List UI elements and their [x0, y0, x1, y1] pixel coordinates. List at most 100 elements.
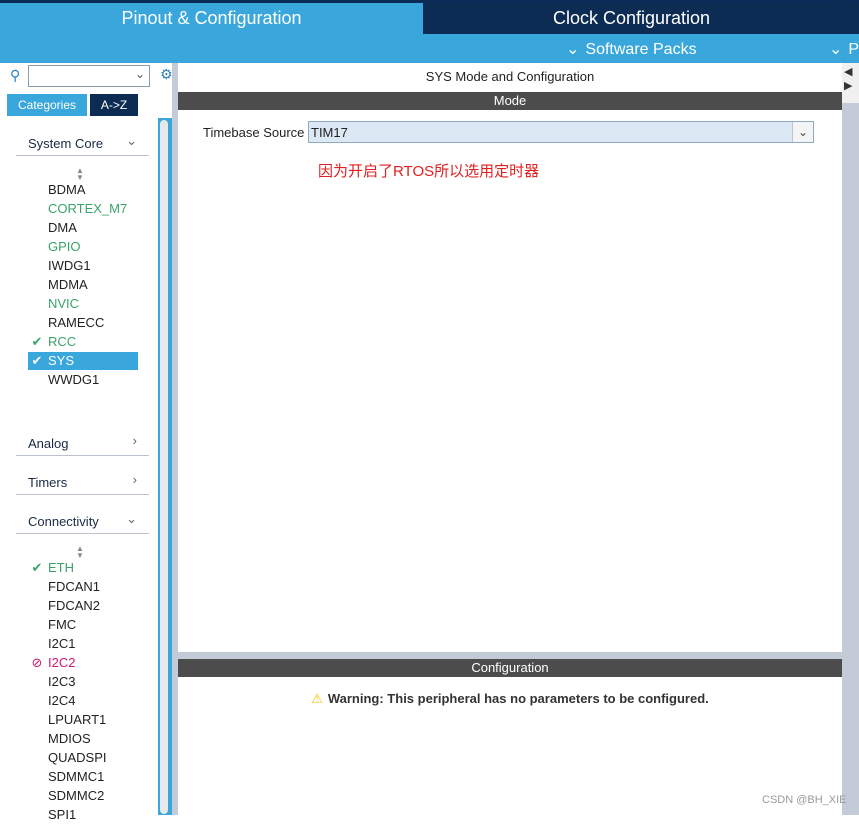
list-item[interactable]: I2C1	[28, 635, 138, 653]
list-item-label: SDMMC2	[48, 788, 105, 803]
list-item-label: QUADSPI	[48, 750, 107, 765]
list-item-label: MDIOS	[48, 731, 91, 746]
chevron-down-icon: ⌄	[126, 511, 137, 526]
section-splitter[interactable]	[178, 652, 842, 659]
list-item[interactable]: MDMA	[28, 276, 138, 294]
list-item[interactable]: FDCAN1	[28, 578, 138, 596]
list-item-label: RAMECC	[48, 315, 105, 330]
sort-icon[interactable]: ▲ ▼	[76, 545, 84, 560]
list-item[interactable]: I2C4	[28, 692, 138, 710]
list-item-label: I2C2	[48, 655, 76, 670]
list-item-label: NVIC	[48, 296, 80, 311]
list-item[interactable]: ✔ RCC	[28, 333, 138, 351]
list-item[interactable]: LPUART1	[28, 711, 138, 729]
tab-clock-configuration[interactable]: Clock Configuration	[425, 3, 838, 34]
tab-categories[interactable]: Categories	[7, 94, 87, 116]
list-item[interactable]: NVIC	[28, 295, 138, 313]
list-item[interactable]: BDMA	[28, 181, 138, 199]
tab-overflow[interactable]	[840, 3, 859, 34]
mode-section-header: Mode	[178, 92, 842, 110]
list-item[interactable]: SPI1	[28, 806, 138, 824]
category-connectivity[interactable]: Connectivity ⌄	[16, 509, 149, 534]
chevron-down-icon[interactable]: ⌄	[792, 122, 813, 142]
list-item[interactable]: DMA	[28, 219, 138, 237]
warning-icon: ⚠	[311, 691, 323, 706]
chevron-down-icon: ⌄	[566, 41, 580, 58]
list-item[interactable]: FMC	[28, 616, 138, 634]
arrow-up-icon[interactable]: ◀	[844, 65, 852, 78]
category-analog[interactable]: Analog ›	[16, 431, 149, 456]
tab-pinout-configuration[interactable]: Pinout & Configuration	[0, 3, 423, 34]
list-item-label: ETH	[48, 560, 74, 575]
check-icon: ✔	[31, 334, 43, 349]
list-item-label: MDMA	[48, 277, 88, 292]
list-item[interactable]: RAMECC	[28, 314, 138, 332]
warning-message: ⚠ Warning: This peripheral has no paramet…	[178, 691, 842, 707]
software-packs-menu[interactable]: ⌄ Software Packs	[566, 39, 697, 59]
main-panel: SYS Mode and Configuration Mode Timebase…	[178, 63, 842, 815]
list-item-label: SYS	[48, 353, 75, 368]
search-input[interactable]: ⌄	[28, 65, 150, 87]
category-label: Connectivity	[28, 514, 99, 529]
right-scrollbar[interactable]: ◀ ▶	[842, 63, 859, 815]
list-item-label: FDCAN1	[48, 579, 101, 594]
category-label: Analog	[28, 436, 69, 451]
category-label: System Core	[28, 136, 104, 151]
timebase-source-select[interactable]: TIM17 ⌄	[308, 121, 814, 143]
chevron-right-icon: ›	[132, 472, 137, 487]
right-scroll-buttons: ◀ ▶	[842, 63, 859, 103]
sort-icon[interactable]: ▲ ▼	[76, 167, 84, 182]
left-panel: ⚲ ⌄ ⚙ Categories A->Z System Core ⌄ ▲ ▼ B…	[0, 63, 173, 822]
secondary-menu-bar: ⌄ Software Packs ⌄ P	[0, 34, 859, 63]
list-item-label: DMA	[48, 220, 77, 235]
software-packs-label: Software Packs	[585, 41, 697, 58]
list-item-label: BDMA	[48, 182, 86, 197]
category-timers[interactable]: Timers ›	[16, 470, 149, 495]
list-item[interactable]: SDMMC1	[28, 768, 138, 786]
list-item[interactable]: QUADSPI	[28, 749, 138, 767]
list-item[interactable]: WWDG1	[28, 371, 138, 389]
list-item[interactable]: ✔ SYS	[28, 352, 138, 370]
list-item-label: SDMMC1	[48, 769, 105, 784]
chevron-down-icon[interactable]: ⌄	[135, 67, 145, 81]
list-item[interactable]: GPIO	[28, 238, 138, 256]
list-item-label: IWDG1	[48, 258, 91, 273]
check-circle-icon: ✔	[31, 353, 43, 368]
category-list: System Core ⌄ ▲ ▼ BDMA CORTEX_M7 DMA GPIO IWD…	[0, 121, 158, 822]
tab-a-to-z[interactable]: A->Z	[90, 94, 138, 116]
gear-icon[interactable]: ⚙	[160, 66, 173, 83]
search-icon[interactable]: ⚲	[10, 67, 20, 84]
chevron-down-icon: ⌄	[829, 41, 843, 58]
list-item-label: LPUART1	[48, 712, 107, 727]
arrow-right-icon[interactable]: ▶	[844, 79, 852, 92]
list-item[interactable]: ⊘ I2C2	[28, 654, 138, 672]
left-scrollbar-thumb[interactable]	[160, 120, 168, 814]
timebase-source-value: TIM17	[311, 125, 348, 140]
list-item-label: I2C4	[48, 693, 76, 708]
list-item[interactable]: FDCAN2	[28, 597, 138, 615]
annotation-text: 因为开启了RTOS所以选用定时器	[318, 163, 540, 180]
list-item-label: FMC	[48, 617, 77, 632]
pinout-menu-truncated[interactable]: ⌄ P	[829, 39, 859, 59]
list-item-label: WWDG1	[48, 372, 100, 387]
list-item[interactable]: IWDG1	[28, 257, 138, 275]
list-item-label: FDCAN2	[48, 598, 101, 613]
warning-text: Warning: This peripheral has no paramete…	[327, 691, 709, 706]
watermark: CSDN @BH_XIE	[762, 794, 847, 806]
list-item[interactable]: SDMMC2	[28, 787, 138, 805]
list-item-label: RCC	[48, 334, 77, 349]
page-title: SYS Mode and Configuration	[425, 69, 595, 84]
check-icon: ✔	[31, 560, 43, 575]
list-item-label: CORTEX_M7	[48, 201, 128, 216]
list-item[interactable]: ✔ ETH	[28, 559, 138, 577]
list-item[interactable]: I2C3	[28, 673, 138, 691]
list-item-label: I2C3	[48, 674, 76, 689]
list-item[interactable]: MDIOS	[28, 730, 138, 748]
list-item-label: I2C1	[48, 636, 76, 651]
category-system-core[interactable]: System Core ⌄	[16, 131, 149, 156]
category-label: Timers	[28, 475, 68, 490]
blocked-icon: ⊘	[31, 655, 43, 670]
chevron-down-icon: ⌄	[126, 133, 137, 148]
chevron-right-icon: ›	[132, 433, 137, 448]
list-item[interactable]: CORTEX_M7	[28, 200, 138, 218]
